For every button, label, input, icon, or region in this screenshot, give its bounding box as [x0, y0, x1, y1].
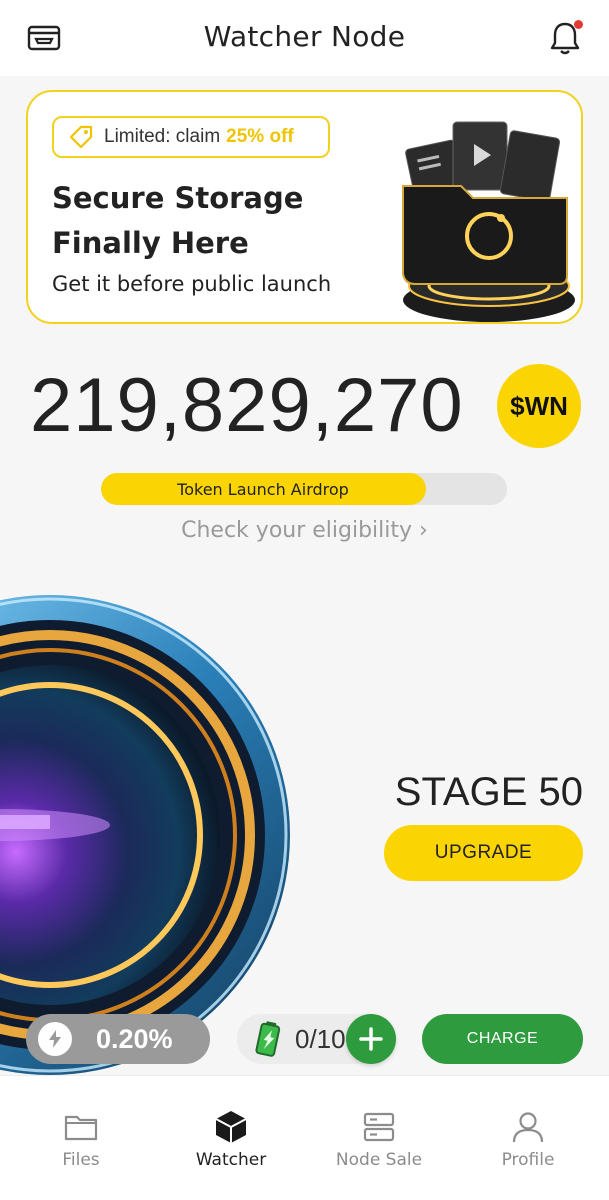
mining-rate-pill: 0.20%	[26, 1014, 210, 1064]
nav-label-watcher: Watcher	[195, 1150, 267, 1170]
promo-badge-text: Limited: claim	[104, 126, 221, 147]
promo-title-line1: Secure Storage	[52, 181, 304, 215]
app-screen: Watcher Node Limited: claim 25% off Secu…	[0, 0, 609, 1200]
nav-item-watcher[interactable]: Watcher	[156, 1076, 306, 1186]
airdrop-progress-bar: Token Launch Airdrop	[101, 473, 507, 505]
battery-icon	[255, 1021, 281, 1057]
add-battery-button[interactable]	[346, 1014, 396, 1064]
promo-badge: Limited: claim 25% off	[52, 116, 330, 158]
token-balance: 219,829,270	[30, 363, 464, 448]
chevron-right-icon: ›	[419, 518, 428, 543]
promo-discount: 25% off	[226, 126, 294, 147]
airdrop-label: Token Launch Airdrop	[177, 479, 349, 499]
notification-dot	[574, 20, 583, 29]
watcher-orb-illustration	[0, 595, 290, 1075]
top-header: Watcher Node	[0, 0, 609, 76]
nav-item-node-sale[interactable]: Node Sale	[304, 1076, 454, 1186]
promo-subtitle: Get it before public launch	[52, 272, 332, 296]
cube-icon	[215, 1111, 247, 1143]
folder-icon	[64, 1115, 98, 1141]
battery-count: 0/10	[295, 1023, 346, 1054]
tag-icon	[69, 125, 93, 149]
mining-rate-value: 0.20%	[96, 1023, 173, 1054]
nav-label-node-sale: Node Sale	[335, 1150, 423, 1170]
notifications-button[interactable]	[545, 18, 585, 58]
upgrade-button[interactable]: UPGRADE	[384, 825, 583, 881]
balance-row: 219,829,270 $WN	[0, 362, 609, 448]
nav-item-files[interactable]: Files	[6, 1076, 156, 1186]
promo-title: Secure Storage Finally Here	[52, 176, 352, 266]
nav-label-profile: Profile	[501, 1150, 555, 1170]
nav-item-profile[interactable]: Profile	[453, 1076, 603, 1186]
promo-banner[interactable]: Limited: claim 25% off Secure Storage Fi…	[26, 90, 583, 324]
stage-label: STAGE 50	[394, 770, 583, 814]
plus-icon	[359, 1027, 383, 1051]
token-coin: $WN	[497, 364, 581, 448]
user-icon	[512, 1112, 544, 1143]
folder-files-illustration	[402, 121, 575, 322]
page-title: Watcher Node	[203, 20, 406, 53]
eligibility-text: Check your eligibility	[181, 518, 413, 543]
nav-label-files: Files	[62, 1150, 100, 1170]
bottom-nav: Files Watcher Node Sale Profile	[0, 1075, 609, 1200]
charge-button[interactable]: CHARGE	[422, 1014, 583, 1064]
eligibility-link[interactable]: Check your eligibility ›	[0, 518, 609, 543]
server-icon	[363, 1112, 395, 1142]
bolt-icon	[38, 1022, 72, 1056]
promo-title-line2: Finally Here	[52, 226, 249, 260]
